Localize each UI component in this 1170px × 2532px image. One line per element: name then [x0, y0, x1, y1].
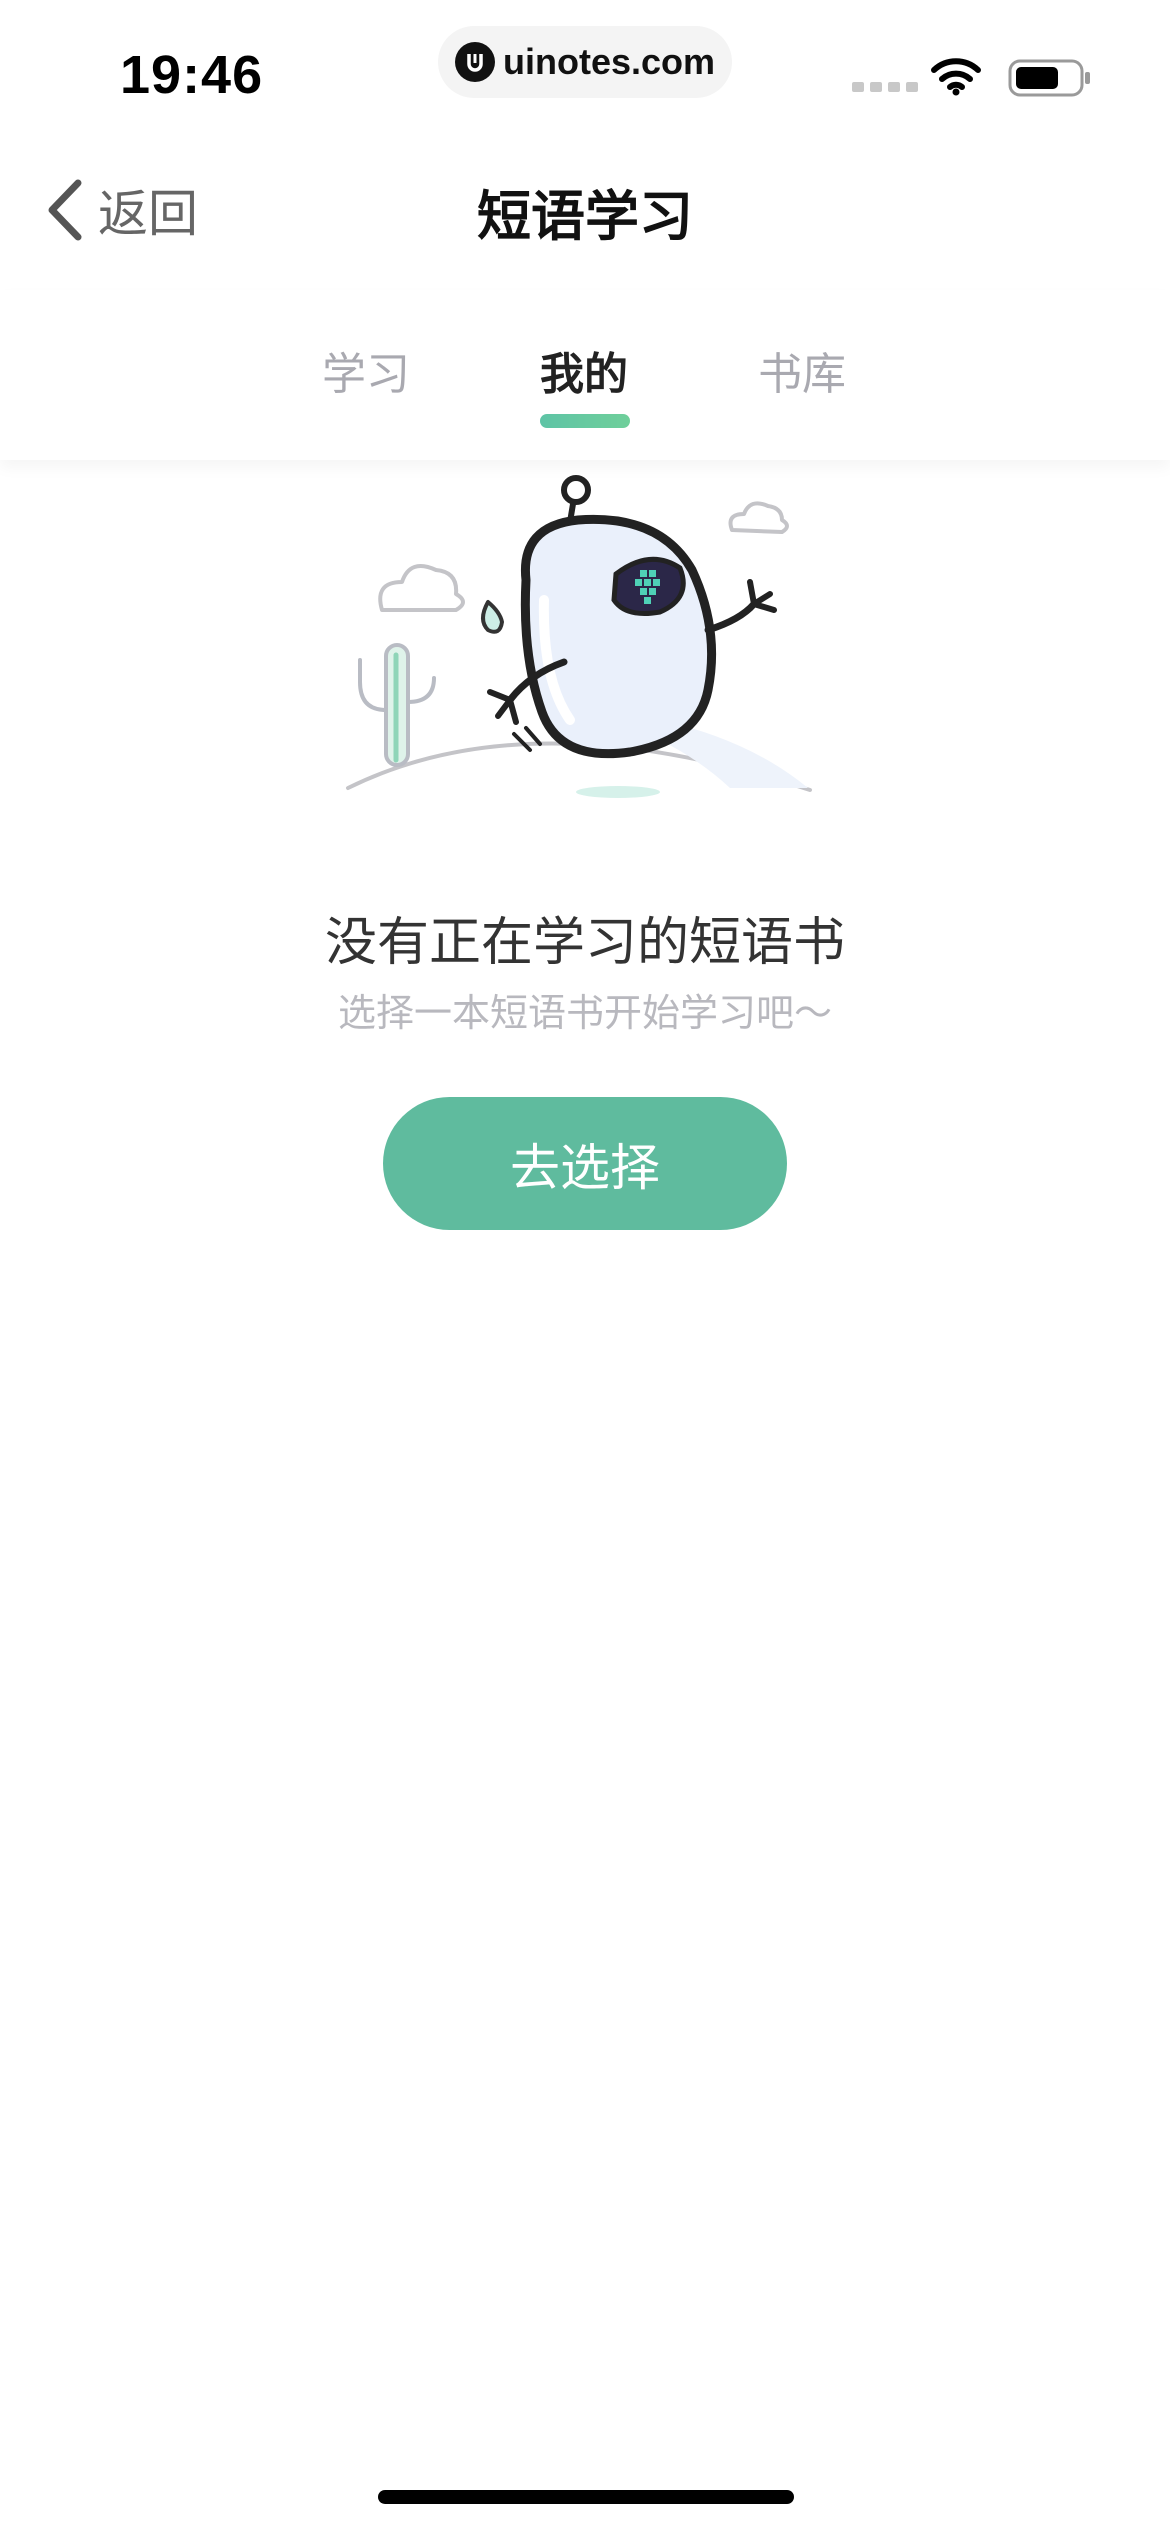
status-bar: 19:46 uinotes.com [0, 0, 1170, 140]
wifi-icon [931, 58, 981, 96]
status-time: 19:46 [120, 45, 264, 105]
page-title: 短语学习 [477, 185, 693, 248]
battery-icon [1008, 59, 1090, 97]
empty-robot-illustration [346, 475, 812, 798]
cellular-signal-icon [852, 82, 918, 92]
active-tab-indicator [540, 414, 630, 428]
empty-state-title: 没有正在学习的短语书 [324, 913, 845, 973]
cactus-icon [358, 643, 436, 767]
nav-bar: 返回 短语学习 [0, 140, 1170, 275]
phrase-learning-page: 19:46 uinotes.com 返回 短语学习 学习 我的 书库 没有正在学… [0, 0, 1170, 2532]
choose-book-button[interactable]: 去选择 [383, 1097, 787, 1230]
tab-learn[interactable]: 学习 [322, 338, 410, 402]
empty-state-subtitle: 选择一本短语书开始学习吧～ [337, 991, 832, 1035]
sweat-drop-icon [481, 600, 504, 634]
tab-mine[interactable]: 我的 [540, 338, 628, 402]
site-logo-icon [454, 42, 495, 82]
url-text: uinotes.com [502, 41, 716, 82]
tab-bar: 学习 我的 书库 [0, 290, 1170, 460]
url-pill[interactable]: uinotes.com [438, 26, 732, 98]
home-indicator[interactable] [378, 2490, 794, 2504]
tab-library[interactable]: 书库 [758, 338, 846, 402]
